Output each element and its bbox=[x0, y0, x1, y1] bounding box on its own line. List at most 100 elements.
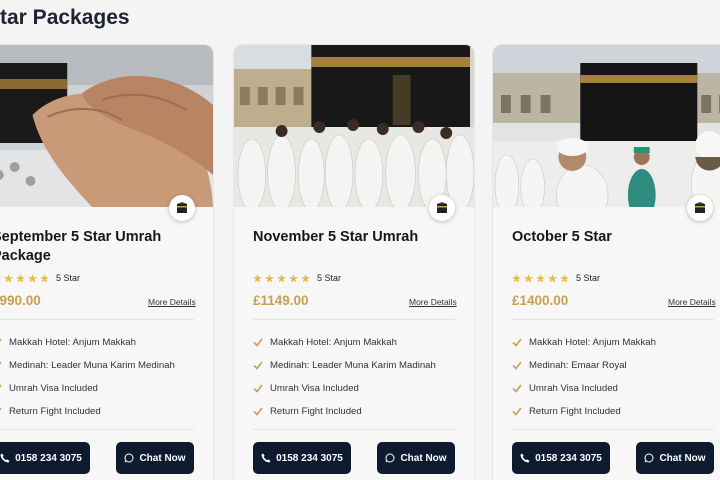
feature-list: Makkah Hotel: Anjum Makkah Medinah: Lead… bbox=[0, 331, 207, 423]
chat-now-label: Chat Now bbox=[659, 452, 706, 464]
rating-label: 5 Star bbox=[576, 273, 601, 283]
star-icon bbox=[548, 273, 557, 283]
feature-text: Makkah Hotel: Anjum Makkah bbox=[529, 337, 656, 348]
section-title: Star Packages bbox=[0, 6, 130, 29]
call-button[interactable]: 0158 234 3075 bbox=[253, 442, 351, 474]
feature-text: Medinah: Emaar Royal bbox=[529, 360, 627, 371]
star-icon bbox=[40, 273, 49, 283]
call-button-label: 0158 234 3075 bbox=[535, 452, 602, 464]
rating-label: 5 Star bbox=[317, 273, 342, 283]
rating-label: 5 Star bbox=[56, 273, 81, 283]
call-button-label: 0158 234 3075 bbox=[15, 452, 82, 464]
package-price: £990.00 bbox=[0, 293, 41, 308]
check-icon bbox=[512, 407, 522, 416]
feature-text: Return Fight Included bbox=[9, 406, 101, 417]
kaaba-icon bbox=[429, 195, 455, 221]
call-button[interactable]: 0158 234 3075 bbox=[512, 442, 610, 474]
divider bbox=[0, 429, 194, 430]
divider bbox=[0, 319, 194, 320]
feature-text: Umrah Visa Included bbox=[9, 383, 98, 394]
more-details-link[interactable]: More Details bbox=[148, 297, 196, 307]
feature-text: Umrah Visa Included bbox=[529, 383, 618, 394]
whatsapp-icon bbox=[644, 453, 654, 463]
phone-icon bbox=[520, 453, 530, 463]
feature-item: Return Fight Included bbox=[0, 400, 207, 423]
feature-text: Makkah Hotel: Anjum Makkah bbox=[270, 337, 397, 348]
package-card-october: October 5 Star 5 Star £1400.00 More Deta… bbox=[492, 44, 720, 480]
chat-now-button[interactable]: Chat Now bbox=[636, 442, 714, 474]
star-icon bbox=[536, 273, 545, 283]
star-icon bbox=[28, 273, 37, 283]
more-details-link[interactable]: More Details bbox=[409, 297, 457, 307]
feature-text: Medinah: Leader Muna Karim Madinah bbox=[270, 360, 436, 371]
check-icon bbox=[0, 361, 2, 365]
kaaba-icon bbox=[169, 195, 195, 221]
chat-now-label: Chat Now bbox=[400, 452, 447, 464]
feature-text: Makkah Hotel: Anjum Makkah bbox=[9, 337, 136, 348]
star-icon bbox=[560, 273, 569, 283]
check-icon bbox=[253, 384, 263, 393]
check-icon bbox=[512, 338, 522, 347]
feature-text: Return Fight Included bbox=[270, 406, 362, 417]
package-title: October 5 Star bbox=[512, 229, 612, 245]
star-icon bbox=[512, 273, 521, 283]
star-icon bbox=[301, 273, 310, 283]
star-icon bbox=[0, 276, 1, 278]
chat-now-label: Chat Now bbox=[139, 452, 186, 464]
divider bbox=[512, 429, 714, 430]
star-icon bbox=[277, 273, 286, 283]
package-title: November 5 Star Umrah bbox=[253, 229, 419, 245]
feature-item: Makkah Hotel: Anjum Makkah bbox=[512, 331, 720, 354]
package-title: September 5 Star Umrah Package bbox=[0, 229, 162, 264]
feature-item: Makkah Hotel: Anjum Makkah bbox=[253, 331, 468, 354]
whatsapp-icon bbox=[385, 453, 395, 463]
check-icon bbox=[512, 361, 522, 370]
kaaba-icon bbox=[687, 195, 713, 221]
check-icon bbox=[253, 407, 263, 416]
feature-item: Return Fight Included bbox=[512, 400, 720, 423]
more-details-link[interactable]: More Details bbox=[668, 297, 716, 307]
phone-icon bbox=[261, 453, 271, 463]
phone-icon bbox=[0, 453, 10, 463]
package-card-september: September 5 Star Umrah Package 5 Star £9… bbox=[0, 44, 214, 480]
feature-item: Makkah Hotel: Anjum Makkah bbox=[0, 331, 207, 354]
feature-list: Makkah Hotel: Anjum Makkah Medinah: Lead… bbox=[253, 331, 468, 423]
star-icon bbox=[289, 273, 298, 283]
call-button[interactable]: 0158 234 3075 bbox=[0, 442, 90, 474]
chat-now-button[interactable]: Chat Now bbox=[116, 442, 194, 474]
star-icon bbox=[265, 273, 274, 283]
feature-item: Return Fight Included bbox=[253, 400, 468, 423]
star-rating: 5 Star bbox=[512, 273, 600, 283]
feature-item: Medinah: Leader Muna Karim Madinah bbox=[253, 354, 468, 377]
divider bbox=[253, 319, 455, 320]
star-icon bbox=[524, 273, 533, 283]
check-icon bbox=[0, 338, 2, 342]
divider bbox=[512, 319, 714, 320]
check-icon bbox=[0, 384, 2, 388]
chat-now-button[interactable]: Chat Now bbox=[377, 442, 455, 474]
check-icon bbox=[253, 338, 263, 347]
divider bbox=[253, 429, 455, 430]
package-card-november: November 5 Star Umrah 5 Star £1149.00 Mo… bbox=[233, 44, 475, 480]
star-icon bbox=[253, 273, 262, 283]
star-rating: 5 Star bbox=[0, 273, 80, 283]
feature-list: Makkah Hotel: Anjum Makkah Medinah: Emaa… bbox=[512, 331, 720, 423]
package-image-praying-hands[interactable] bbox=[0, 45, 213, 207]
feature-text: Umrah Visa Included bbox=[270, 383, 359, 394]
call-button-label: 0158 234 3075 bbox=[276, 452, 343, 464]
feature-item: Umrah Visa Included bbox=[253, 377, 468, 400]
star-icon bbox=[16, 273, 25, 283]
package-price: £1149.00 bbox=[253, 293, 309, 308]
package-image-kaaba-crowd[interactable] bbox=[234, 45, 474, 207]
check-icon bbox=[0, 407, 2, 411]
check-icon bbox=[512, 384, 522, 393]
feature-item: Medinah: Leader Muna Karim Medinah bbox=[0, 354, 207, 377]
feature-text: Medinah: Leader Muna Karim Medinah bbox=[9, 360, 175, 371]
package-price: £1400.00 bbox=[512, 293, 569, 308]
whatsapp-icon bbox=[124, 453, 134, 463]
package-image-kaaba-courtyard[interactable] bbox=[493, 45, 720, 207]
feature-text: Return Fight Included bbox=[529, 406, 621, 417]
feature-item: Medinah: Emaar Royal bbox=[512, 354, 720, 377]
feature-item: Umrah Visa Included bbox=[512, 377, 720, 400]
star-rating: 5 Star bbox=[253, 273, 341, 283]
